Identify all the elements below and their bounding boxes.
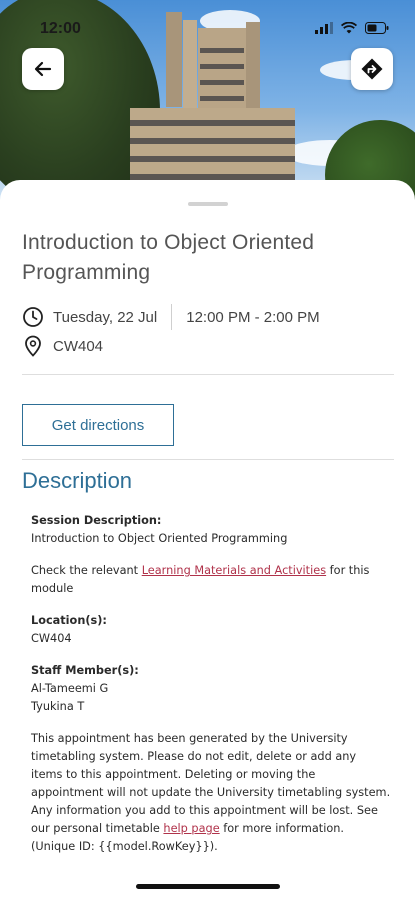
session-description-value: Introduction to Object Oriented Programm… — [31, 532, 288, 545]
divider — [22, 374, 394, 375]
signal-icon — [315, 22, 333, 34]
map-pin-icon — [22, 335, 44, 357]
divider — [22, 459, 394, 460]
notice-text: This appointment has been generated by t… — [31, 732, 391, 835]
timetable-notice: This appointment has been generated by t… — [31, 730, 391, 856]
help-page-link[interactable]: help page — [163, 822, 219, 835]
materials-note: Check the relevant Learning Materials an… — [31, 562, 391, 598]
staff-label: Staff Member(s): — [31, 664, 139, 677]
turn-right-diamond-icon — [361, 58, 383, 80]
status-time: 12:00 — [40, 20, 81, 37]
wifi-icon — [341, 22, 357, 34]
event-detail-sheet: Introduction to Object Oriented Programm… — [0, 180, 415, 900]
battery-icon — [365, 22, 389, 34]
session-description-label: Session Description: — [31, 514, 162, 527]
arrow-left-icon — [34, 61, 52, 77]
event-location-row: CW404 — [22, 335, 103, 357]
event-date: Tuesday, 22 Jul — [53, 308, 158, 326]
staff-section: Staff Member(s): Al-Tameemi G Tyukina T — [31, 662, 391, 716]
session-description: Session Description: Introduction to Obj… — [31, 512, 391, 548]
staff-member: Tyukina T — [31, 700, 85, 713]
learning-materials-link[interactable]: Learning Materials and Activities — [142, 564, 326, 577]
directions-button[interactable] — [351, 48, 393, 90]
back-button[interactable] — [22, 48, 64, 90]
get-directions-button[interactable]: Get directions — [22, 404, 174, 446]
staff-member: Al-Tameemi G — [31, 682, 109, 695]
locations-value: CW404 — [31, 632, 72, 645]
home-indicator[interactable] — [136, 884, 280, 889]
description-heading: Description — [22, 468, 133, 493]
event-time: 12:00 PM - 2:00 PM — [186, 308, 320, 326]
clock-icon — [22, 306, 44, 328]
status-bar: 12:00 — [0, 18, 415, 44]
materials-prefix: Check the relevant — [31, 564, 142, 577]
locations-label: Location(s): — [31, 614, 107, 627]
date-time-divider — [171, 304, 173, 330]
event-date-time-row: Tuesday, 22 Jul 12:00 PM - 2:00 PM — [22, 304, 320, 330]
locations-section: Location(s): CW404 — [31, 612, 391, 648]
description-body: Session Description: Introduction to Obj… — [31, 512, 391, 870]
event-location: CW404 — [53, 337, 104, 355]
sheet-drag-handle[interactable] — [188, 202, 228, 206]
event-title: Introduction to Object Oriented Programm… — [22, 231, 315, 284]
